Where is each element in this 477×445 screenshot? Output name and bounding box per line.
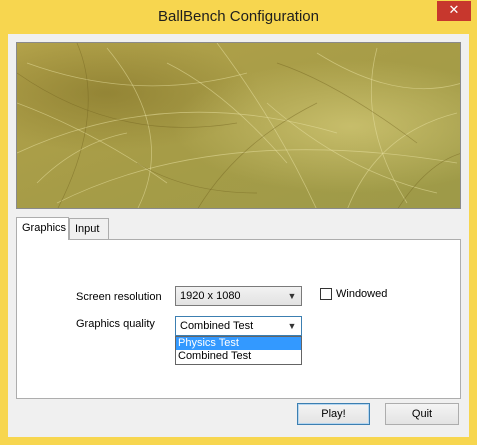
tab-graphics[interactable]: Graphics [16, 217, 69, 240]
close-icon: ✕ [448, 3, 460, 18]
windowed-checkbox[interactable] [320, 288, 332, 300]
quality-value: Combined Test [180, 320, 254, 332]
title-bar[interactable]: BallBench Configuration ✕ [0, 0, 477, 34]
dropdown-option-combined-test[interactable]: Combined Test [176, 350, 301, 363]
dropdown-option-physics-test[interactable]: Physics Test [176, 337, 301, 350]
chevron-down-icon: ▼ [287, 321, 297, 331]
banner-image [16, 42, 461, 209]
tab-graphics-label: Graphics [22, 222, 67, 234]
graphics-panel: Screen resolution 1920 x 1080 ▼ Windowed… [16, 239, 461, 399]
quality-dropdown-list: Physics Test Combined Test [175, 336, 302, 365]
resolution-value: 1920 x 1080 [180, 290, 241, 302]
dialog-body: Graphics Input Screen resolution 1920 x … [8, 34, 469, 437]
tab-input-label: Input [75, 223, 100, 235]
quality-select[interactable]: Combined Test ▼ [175, 316, 302, 336]
tab-input[interactable]: Input [69, 218, 109, 239]
chevron-down-icon: ▼ [287, 291, 297, 301]
quality-label: Graphics quality [76, 318, 155, 330]
app-window: BallBench Configuration ✕ Graphics Input… [0, 0, 477, 445]
resolution-select[interactable]: 1920 x 1080 ▼ [175, 286, 302, 306]
close-button[interactable]: ✕ [437, 1, 471, 21]
play-button[interactable]: Play! [297, 403, 370, 425]
resolution-label: Screen resolution [76, 291, 162, 303]
banner-texture [17, 43, 460, 208]
quit-button[interactable]: Quit [385, 403, 459, 425]
window-title: BallBench Configuration [158, 8, 319, 25]
windowed-label: Windowed [336, 288, 388, 300]
